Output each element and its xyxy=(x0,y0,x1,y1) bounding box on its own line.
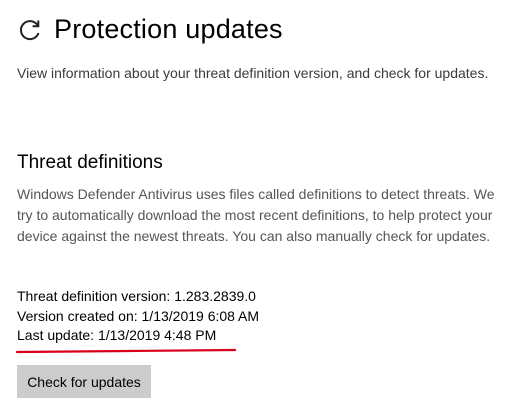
page-title: Protection updates xyxy=(54,14,283,44)
definition-version-text: Threat definition version: 1.283.2839.0 xyxy=(17,288,256,304)
check-for-updates-button[interactable]: Check for updates xyxy=(17,365,151,398)
refresh-icon xyxy=(16,16,44,44)
page-header: Protection updates xyxy=(16,14,283,45)
last-update-text: Last update: 1/13/2019 4:48 PM xyxy=(17,327,217,343)
page-description: View information about your threat defin… xyxy=(17,65,489,81)
section-description: Windows Defender Antivirus uses files ca… xyxy=(17,186,495,244)
section-title-threat-definitions: Threat definitions xyxy=(17,152,163,173)
definition-info: Threat definition version: 1.283.2839.0 … xyxy=(17,287,259,346)
red-underline-annotation xyxy=(15,348,237,354)
version-created-text: Version created on: 1/13/2019 6:08 AM xyxy=(17,307,260,324)
